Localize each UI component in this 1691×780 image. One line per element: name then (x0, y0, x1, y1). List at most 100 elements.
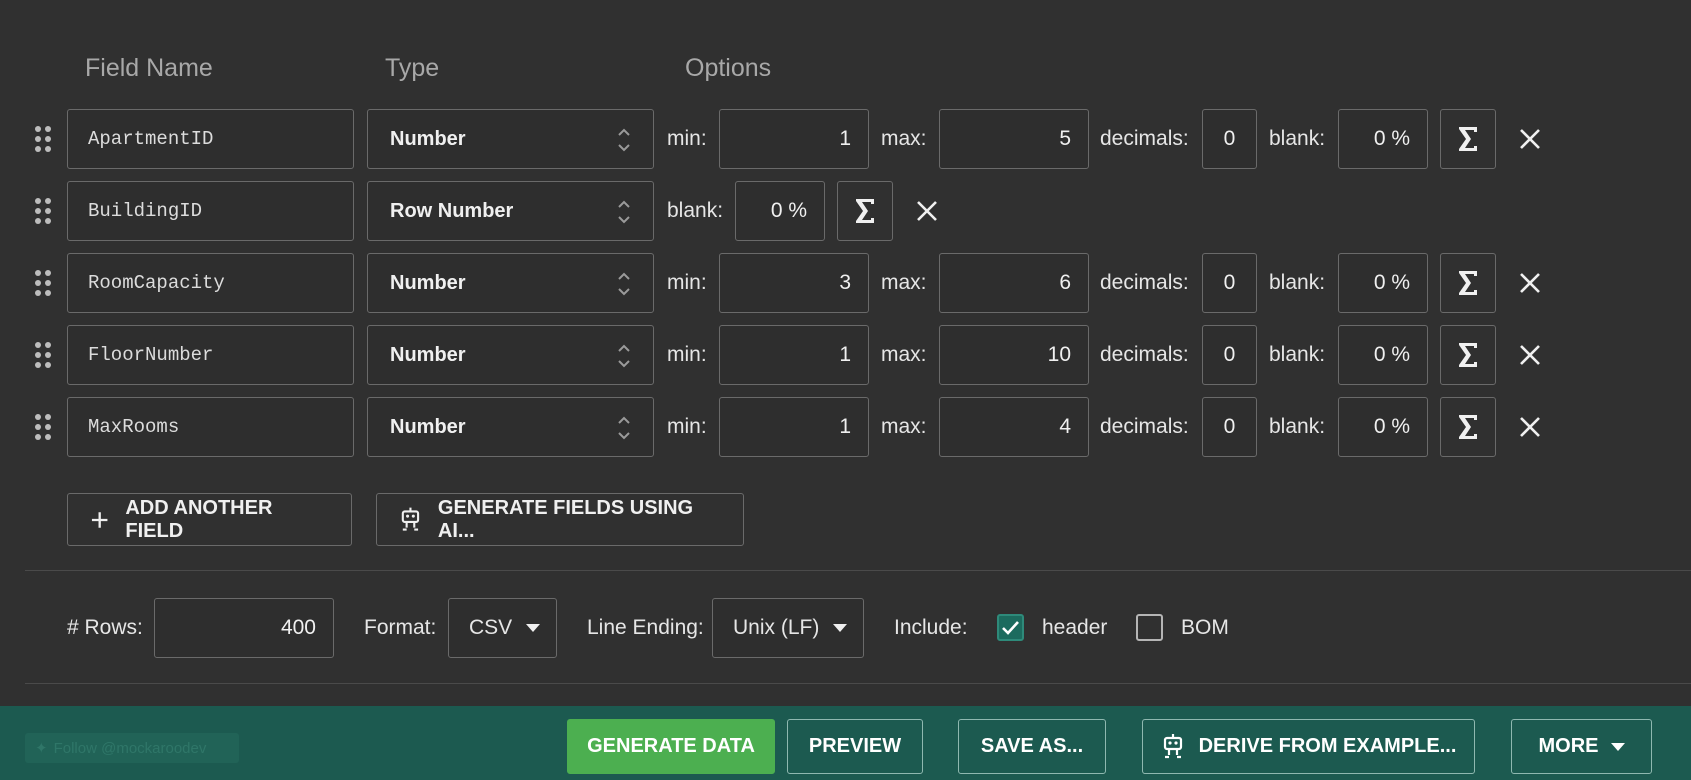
field-type-select[interactable]: Number (367, 397, 654, 457)
decimals-input[interactable]: 0 (1202, 109, 1257, 169)
field-type-label: Number (390, 127, 466, 150)
drag-handle-icon[interactable] (33, 340, 53, 370)
close-icon (1520, 345, 1540, 365)
min-label: min: (667, 127, 707, 150)
min-input[interactable]: 1 (719, 325, 869, 385)
drag-handle-icon[interactable] (33, 196, 53, 226)
field-type-select[interactable]: Number (367, 109, 654, 169)
column-header-options: Options (685, 54, 772, 82)
max-input[interactable]: 6 (939, 253, 1089, 313)
header-label: header (1042, 616, 1108, 639)
generate-data-button[interactable]: GENERATE DATA (567, 719, 775, 774)
formula-button[interactable] (837, 181, 893, 241)
line-ending-label: Line Ending: (587, 616, 704, 639)
close-icon (1520, 417, 1540, 437)
min-input[interactable]: 3 (719, 253, 869, 313)
derive-from-example-button[interactable]: DERIVE FROM EXAMPLE... (1142, 719, 1475, 774)
caret-down-icon (1610, 742, 1625, 751)
sigma-icon (1459, 271, 1477, 295)
field-name-input[interactable]: ApartmentID (67, 109, 354, 169)
blank-percent-input[interactable]: 0 % (735, 181, 825, 241)
max-label: max: (881, 127, 927, 150)
twitter-follow-button[interactable]: ✦ Follow @mockaroodev (25, 733, 239, 763)
max-label: max: (881, 343, 927, 366)
drag-handle-icon[interactable] (33, 412, 53, 442)
drag-handle-icon[interactable] (33, 124, 53, 154)
field-name-input[interactable]: MaxRooms (67, 397, 354, 457)
max-input[interactable]: 4 (939, 397, 1089, 457)
blank-label: blank: (667, 199, 724, 222)
formula-button[interactable] (1440, 253, 1496, 313)
formula-button[interactable] (1440, 325, 1496, 385)
blank-percent-input[interactable]: 0 % (1338, 325, 1428, 385)
column-header-type: Type (385, 54, 440, 82)
save-as-button[interactable]: SAVE AS... (958, 719, 1106, 774)
min-input[interactable]: 1 (719, 109, 869, 169)
field-name-input[interactable]: FloorNumber (67, 325, 354, 385)
chevron-updown-icon (618, 344, 630, 368)
field-type-label: Row Number (390, 199, 514, 222)
min-input[interactable]: 1 (719, 397, 869, 457)
sigma-icon (856, 199, 874, 223)
max-label: max: (881, 271, 927, 294)
blank-percent-input[interactable]: 0 % (1338, 253, 1428, 313)
remove-field-button[interactable] (1510, 407, 1550, 447)
rows-label: # Rows: (67, 616, 143, 639)
blank-label: blank: (1269, 415, 1326, 438)
decimals-input[interactable]: 0 (1202, 253, 1257, 313)
field-name-input[interactable]: RoomCapacity (67, 253, 354, 313)
caret-down-icon (833, 624, 848, 632)
remove-field-button[interactable] (1510, 119, 1550, 159)
remove-field-button[interactable] (1510, 335, 1550, 375)
decimals-input[interactable]: 0 (1202, 325, 1257, 385)
blank-label: blank: (1269, 343, 1326, 366)
blank-label: blank: (1269, 127, 1326, 150)
format-value: CSV (469, 616, 513, 639)
field-name-input[interactable]: BuildingID (67, 181, 354, 241)
robot-icon (1163, 733, 1182, 758)
bom-label: BOM (1181, 616, 1229, 639)
chevron-updown-icon (618, 200, 630, 224)
add-field-label: ADD ANOTHER FIELD (125, 496, 273, 542)
sigma-icon (1459, 127, 1477, 151)
decimals-label: decimals: (1100, 127, 1189, 150)
add-field-button[interactable]: ADD ANOTHER FIELD (67, 493, 352, 546)
blank-percent-input[interactable]: 0 % (1338, 397, 1428, 457)
drag-handle-icon[interactable] (33, 268, 53, 298)
max-input[interactable]: 5 (939, 109, 1089, 169)
header-checkbox[interactable] (997, 614, 1024, 641)
blank-percent-input[interactable]: 0 % (1338, 109, 1428, 169)
close-icon (1520, 273, 1540, 293)
rows-input[interactable]: 400 (154, 598, 334, 658)
bom-checkbox[interactable] (1136, 614, 1163, 641)
preview-button[interactable]: PREVIEW (787, 719, 923, 774)
decimals-input[interactable]: 0 (1202, 397, 1257, 457)
close-icon (917, 201, 937, 221)
robot-icon (401, 507, 420, 531)
divider (25, 570, 1691, 571)
generate-ai-button[interactable]: GENERATE FIELDS USING AI... (376, 493, 744, 546)
remove-field-button[interactable] (1510, 263, 1550, 303)
more-button[interactable]: MORE (1511, 719, 1652, 774)
line-ending-select[interactable]: Unix (LF) (712, 598, 864, 658)
field-type-select[interactable]: Number (367, 253, 654, 313)
sigma-icon (1459, 415, 1477, 439)
blank-label: blank: (1269, 271, 1326, 294)
format-label: Format: (364, 616, 437, 639)
min-label: min: (667, 415, 707, 438)
generate-ai-label: GENERATE FIELDS USING AI... (437, 496, 694, 542)
format-select[interactable]: CSV (448, 598, 557, 658)
remove-field-button[interactable] (907, 191, 947, 231)
checkmark-icon (1002, 621, 1019, 635)
caret-down-icon (526, 624, 541, 632)
max-input[interactable]: 10 (939, 325, 1089, 385)
formula-button[interactable] (1440, 109, 1496, 169)
field-type-select[interactable]: Number (367, 325, 654, 385)
field-type-select[interactable]: Row Number (367, 181, 654, 241)
line-ending-value: Unix (LF) (733, 616, 820, 639)
chevron-updown-icon (618, 272, 630, 296)
chevron-updown-icon (618, 128, 630, 152)
field-type-label: Number (390, 415, 466, 438)
chevron-updown-icon (618, 416, 630, 440)
formula-button[interactable] (1440, 397, 1496, 457)
